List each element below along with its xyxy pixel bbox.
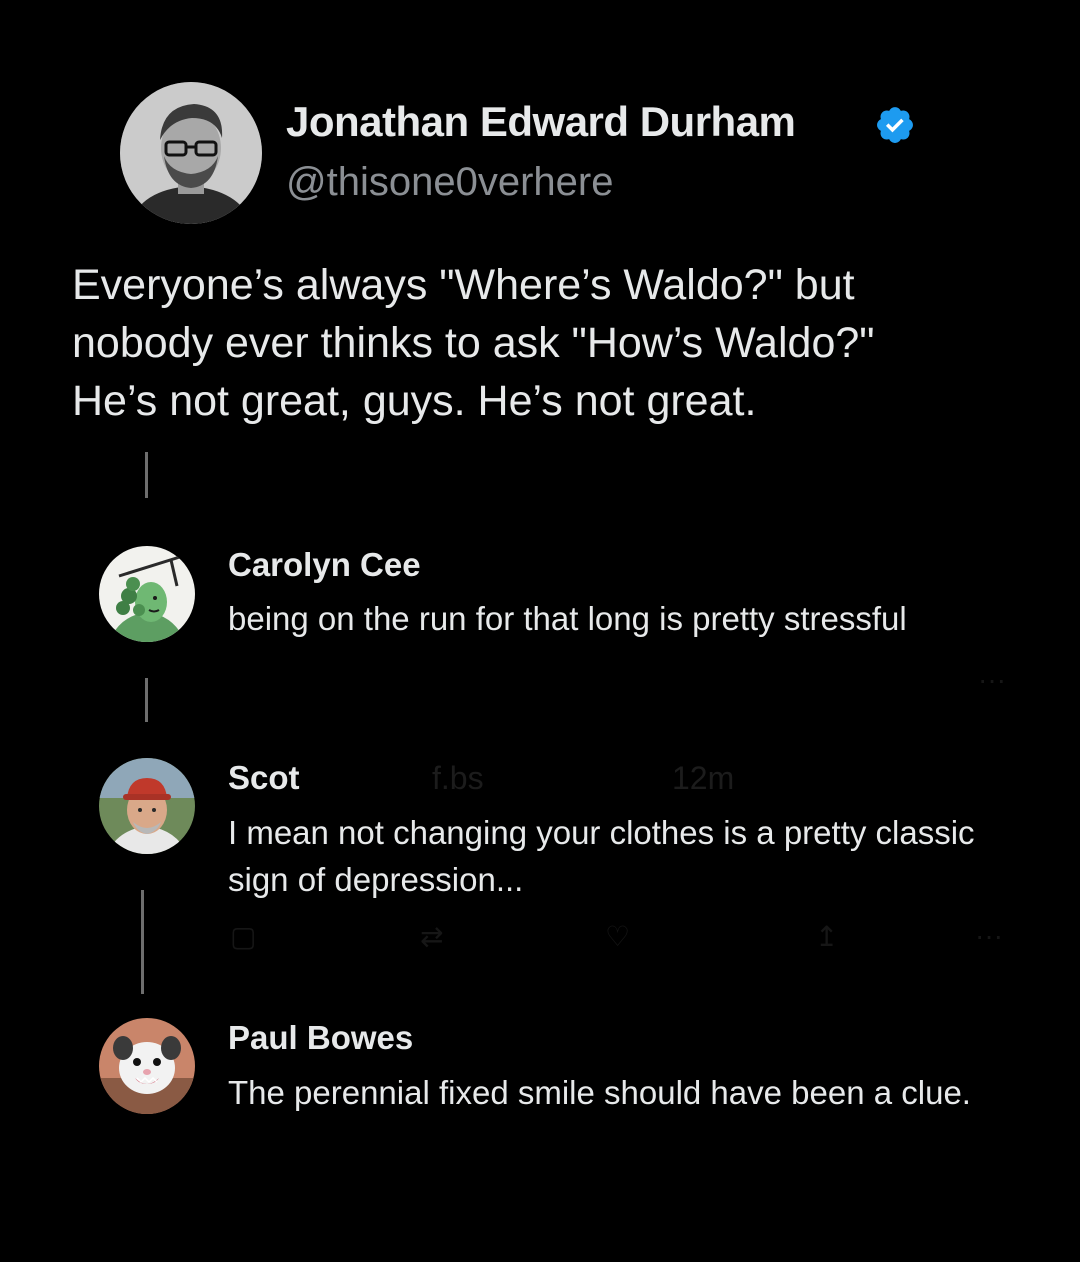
avatar-opossum-icon [99, 1018, 195, 1114]
reply-avatar[interactable] [99, 758, 195, 854]
reply-author-name[interactable]: Carolyn Cee [228, 546, 421, 584]
reply-avatar[interactable] [99, 1018, 195, 1114]
reply-timestamp: 12m [672, 760, 735, 796]
reply-icon[interactable]: ▢ [230, 920, 256, 953]
reply-avatar[interactable] [99, 546, 195, 642]
like-icon[interactable]: ♡ [605, 920, 630, 953]
more-options-icon[interactable]: ··· [978, 664, 1006, 696]
reply-handle[interactable]: f.bs [432, 760, 484, 797]
thread-connector [145, 452, 148, 498]
post-text-line: He’s not great, guys. He’s not great. [72, 377, 757, 425]
author-name[interactable]: Jonathan Edward Durham [286, 98, 796, 146]
verified-badge-icon [874, 104, 916, 146]
thread-connector [141, 890, 144, 994]
reply-text: The perennial fixed smile should have be… [228, 1074, 971, 1111]
avatar-medusa-illustration-icon [99, 546, 195, 642]
author-avatar[interactable] [120, 82, 262, 224]
post-text-line: Everyone’s always "Where’s Waldo?" but [72, 261, 855, 309]
reply-text: being on the run for that long is pretty… [228, 600, 907, 637]
avatar-man-glasses-icon [120, 82, 262, 224]
avatar-man-red-cap-icon [99, 758, 195, 854]
post-text-line: nobody ever thinks to ask "How’s Waldo?" [72, 319, 875, 367]
author-handle[interactable]: @thisone0verhere [286, 160, 613, 205]
thread-connector [145, 678, 148, 722]
reply-author-name[interactable]: Scot [228, 759, 300, 797]
share-icon[interactable]: ↥ [815, 920, 838, 953]
repost-icon[interactable]: ⇄ [420, 920, 443, 953]
post-text: Everyone’s always "Where’s Waldo?" but n… [72, 256, 1052, 430]
reply-author-name[interactable]: Paul Bowes [228, 1019, 413, 1057]
reply-text: I mean not changing your clothes is a pr… [228, 814, 975, 898]
more-options-icon[interactable]: ··· [975, 920, 1003, 952]
